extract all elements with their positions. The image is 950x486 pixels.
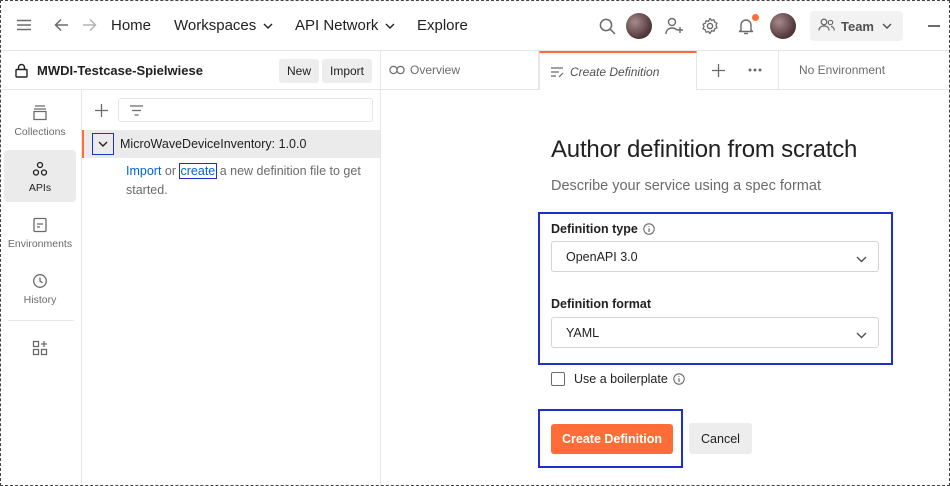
- info-icon[interactable]: [673, 373, 685, 385]
- overview-icon: [389, 64, 405, 76]
- hint-or-text: or: [161, 164, 180, 178]
- chevron-down-icon: [385, 23, 395, 29]
- definition-format-value: YAML: [566, 325, 600, 340]
- definition-type-label-text: Definition type: [551, 222, 638, 236]
- history-icon: [32, 271, 48, 291]
- chevron-down-icon: [263, 23, 273, 29]
- tab-overview-label: Overview: [410, 63, 461, 77]
- nav-home-label: Home: [111, 17, 152, 34]
- top-bar: Home Workspaces API Network Explore Team: [0, 0, 950, 51]
- create-definition-pane: Author definition from scratch Describe …: [381, 90, 950, 486]
- rail-history[interactable]: History: [4, 262, 76, 314]
- left-rail: Collections APIs Environments History: [0, 90, 82, 486]
- definition-format-select[interactable]: YAML: [551, 317, 879, 348]
- back-arrow-icon[interactable]: [53, 17, 69, 33]
- rail-collections[interactable]: Collections: [4, 94, 76, 146]
- edit-lines-icon: [550, 66, 564, 78]
- add-api-icon[interactable]: [94, 103, 108, 117]
- tab-overview[interactable]: Overview: [389, 51, 460, 89]
- api-name: MicroWaveDeviceInventory: 1.0.0: [120, 137, 307, 151]
- tab-bar: Overview Create Definition No Environmen…: [381, 51, 950, 90]
- nav-workspaces-label: Workspaces: [174, 17, 257, 34]
- definition-type-value: OpenAPI 3.0: [566, 249, 638, 264]
- rail-environments-label: Environments: [7, 237, 73, 250]
- more-options-icon[interactable]: [747, 65, 763, 75]
- lock-icon: [14, 62, 28, 78]
- page-subtitle: Describe your service using a spec forma…: [551, 178, 821, 194]
- create-link[interactable]: create: [178, 163, 218, 179]
- environment-label: No Environment: [799, 63, 886, 77]
- environments-icon: [32, 215, 48, 235]
- add-tab-icon[interactable]: [711, 63, 725, 77]
- rail-environments[interactable]: Environments: [4, 206, 76, 258]
- search-icon[interactable]: [598, 17, 616, 35]
- add-user-icon[interactable]: [664, 16, 684, 36]
- minimize-button[interactable]: [928, 25, 940, 27]
- nav-api-network-label: API Network: [295, 17, 379, 34]
- chevron-down-icon: [856, 328, 867, 342]
- cancel-button[interactable]: Cancel: [689, 423, 752, 454]
- api-tree-item[interactable]: MicroWaveDeviceInventory: 1.0.0: [82, 130, 380, 158]
- info-icon[interactable]: [643, 223, 655, 235]
- team-button[interactable]: Team: [810, 11, 903, 41]
- rail-apis[interactable]: APIs: [4, 150, 76, 202]
- rail-apis-label: APIs: [28, 181, 52, 194]
- tab-create-definition-label: Create Definition: [570, 64, 660, 79]
- workspace-name: MWDI-Testcase-Spielwiese: [37, 62, 203, 78]
- definition-format-label: Definition format: [551, 297, 651, 311]
- avatar[interactable]: [770, 13, 796, 39]
- environment-selector[interactable]: No Environment: [799, 51, 885, 89]
- expand-toggle[interactable]: [92, 133, 114, 155]
- nav-api-network[interactable]: API Network: [295, 0, 395, 51]
- tab-create-definition[interactable]: Create Definition: [539, 51, 697, 90]
- nav-explore[interactable]: Explore: [417, 0, 468, 51]
- nav-workspaces[interactable]: Workspaces: [174, 0, 273, 51]
- page-title: Author definition from scratch: [551, 136, 858, 163]
- rail-configure[interactable]: [4, 323, 76, 375]
- tab-divider: [778, 51, 779, 89]
- menu-icon[interactable]: [17, 18, 31, 32]
- chevron-down-icon: [98, 141, 108, 147]
- nav-explore-label: Explore: [417, 17, 468, 34]
- team-icon: [818, 18, 835, 34]
- apis-icon: [32, 159, 48, 179]
- boilerplate-option: Use a boilerplate: [551, 372, 685, 386]
- boilerplate-label: Use a boilerplate: [574, 372, 668, 386]
- create-definition-button[interactable]: Create Definition: [551, 424, 673, 454]
- nav-home[interactable]: Home: [111, 0, 151, 51]
- boilerplate-checkbox[interactable]: [551, 372, 565, 386]
- rail-collections-label: Collections: [14, 125, 66, 138]
- filter-icon[interactable]: [129, 104, 143, 116]
- api-sidebar: MicroWaveDeviceInventory: 1.0.0 Import o…: [82, 90, 381, 486]
- notification-dot: [752, 14, 759, 21]
- import-button[interactable]: Import: [322, 59, 373, 83]
- rail-divider: [8, 320, 74, 321]
- forward-arrow-icon[interactable]: [81, 17, 97, 33]
- filter-input[interactable]: [118, 98, 373, 122]
- grid-plus-icon: [32, 338, 48, 358]
- definition-format-label-text: Definition format: [551, 297, 651, 311]
- collections-icon: [32, 103, 48, 123]
- team-label: Team: [841, 18, 874, 34]
- new-button[interactable]: New: [279, 59, 320, 83]
- definition-type-select[interactable]: OpenAPI 3.0: [551, 241, 879, 272]
- chevron-down-icon: [882, 23, 892, 29]
- avatar[interactable]: [626, 13, 652, 39]
- workspace-header: MWDI-Testcase-Spielwiese New Import: [0, 51, 381, 90]
- chevron-down-icon: [856, 252, 867, 266]
- empty-hint: Import or create a new definition file t…: [126, 162, 366, 200]
- rail-history-label: History: [23, 293, 57, 306]
- gear-icon[interactable]: [700, 16, 720, 36]
- definition-type-label: Definition type: [551, 222, 655, 236]
- import-link[interactable]: Import: [126, 164, 161, 178]
